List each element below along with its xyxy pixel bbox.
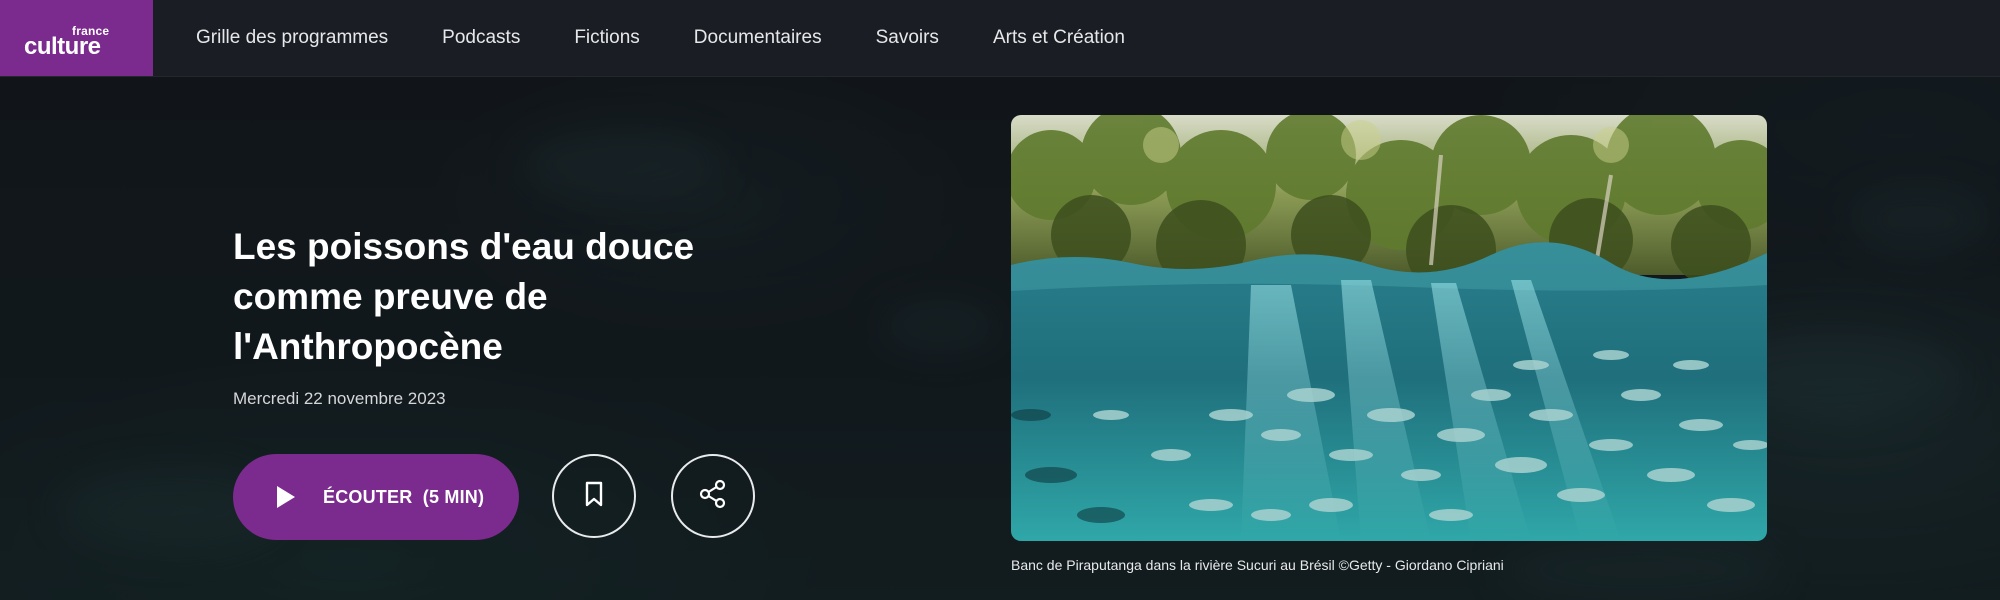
- play-icon: [275, 484, 297, 510]
- bookmark-icon: [584, 481, 604, 512]
- article-title: Les poissons d'eau douce comme preuve de…: [233, 226, 695, 367]
- share-icon: [698, 479, 728, 514]
- logo-big-text: culture: [24, 33, 101, 60]
- listen-label: ÉCOUTER (5 MIN): [323, 486, 485, 507]
- share-button[interactable]: [671, 454, 755, 538]
- nav-item-documentaires[interactable]: Documentaires: [694, 27, 822, 49]
- nav-item-arts-creation[interactable]: Arts et Création: [993, 27, 1125, 49]
- article-image: [1011, 115, 1767, 541]
- listen-button[interactable]: ÉCOUTER (5 MIN): [233, 454, 519, 540]
- image-caption: Banc de Piraputanga dans la rivière Sucu…: [1011, 557, 1504, 573]
- nav-item-podcasts[interactable]: Podcasts: [442, 27, 520, 49]
- france-culture-logo[interactable]: france culture: [0, 0, 153, 76]
- publish-date: Mercredi 22 novembre 2023: [233, 389, 446, 408]
- nav-item-fictions[interactable]: Fictions: [574, 27, 639, 49]
- nav-item-savoirs[interactable]: Savoirs: [876, 27, 939, 49]
- main-menu: Grille des programmes Podcasts Fictions …: [196, 27, 1179, 49]
- nav-item-grille[interactable]: Grille des programmes: [196, 27, 388, 49]
- bookmark-button[interactable]: [552, 454, 636, 538]
- top-nav: france culture Grille des programmes Pod…: [0, 0, 2000, 77]
